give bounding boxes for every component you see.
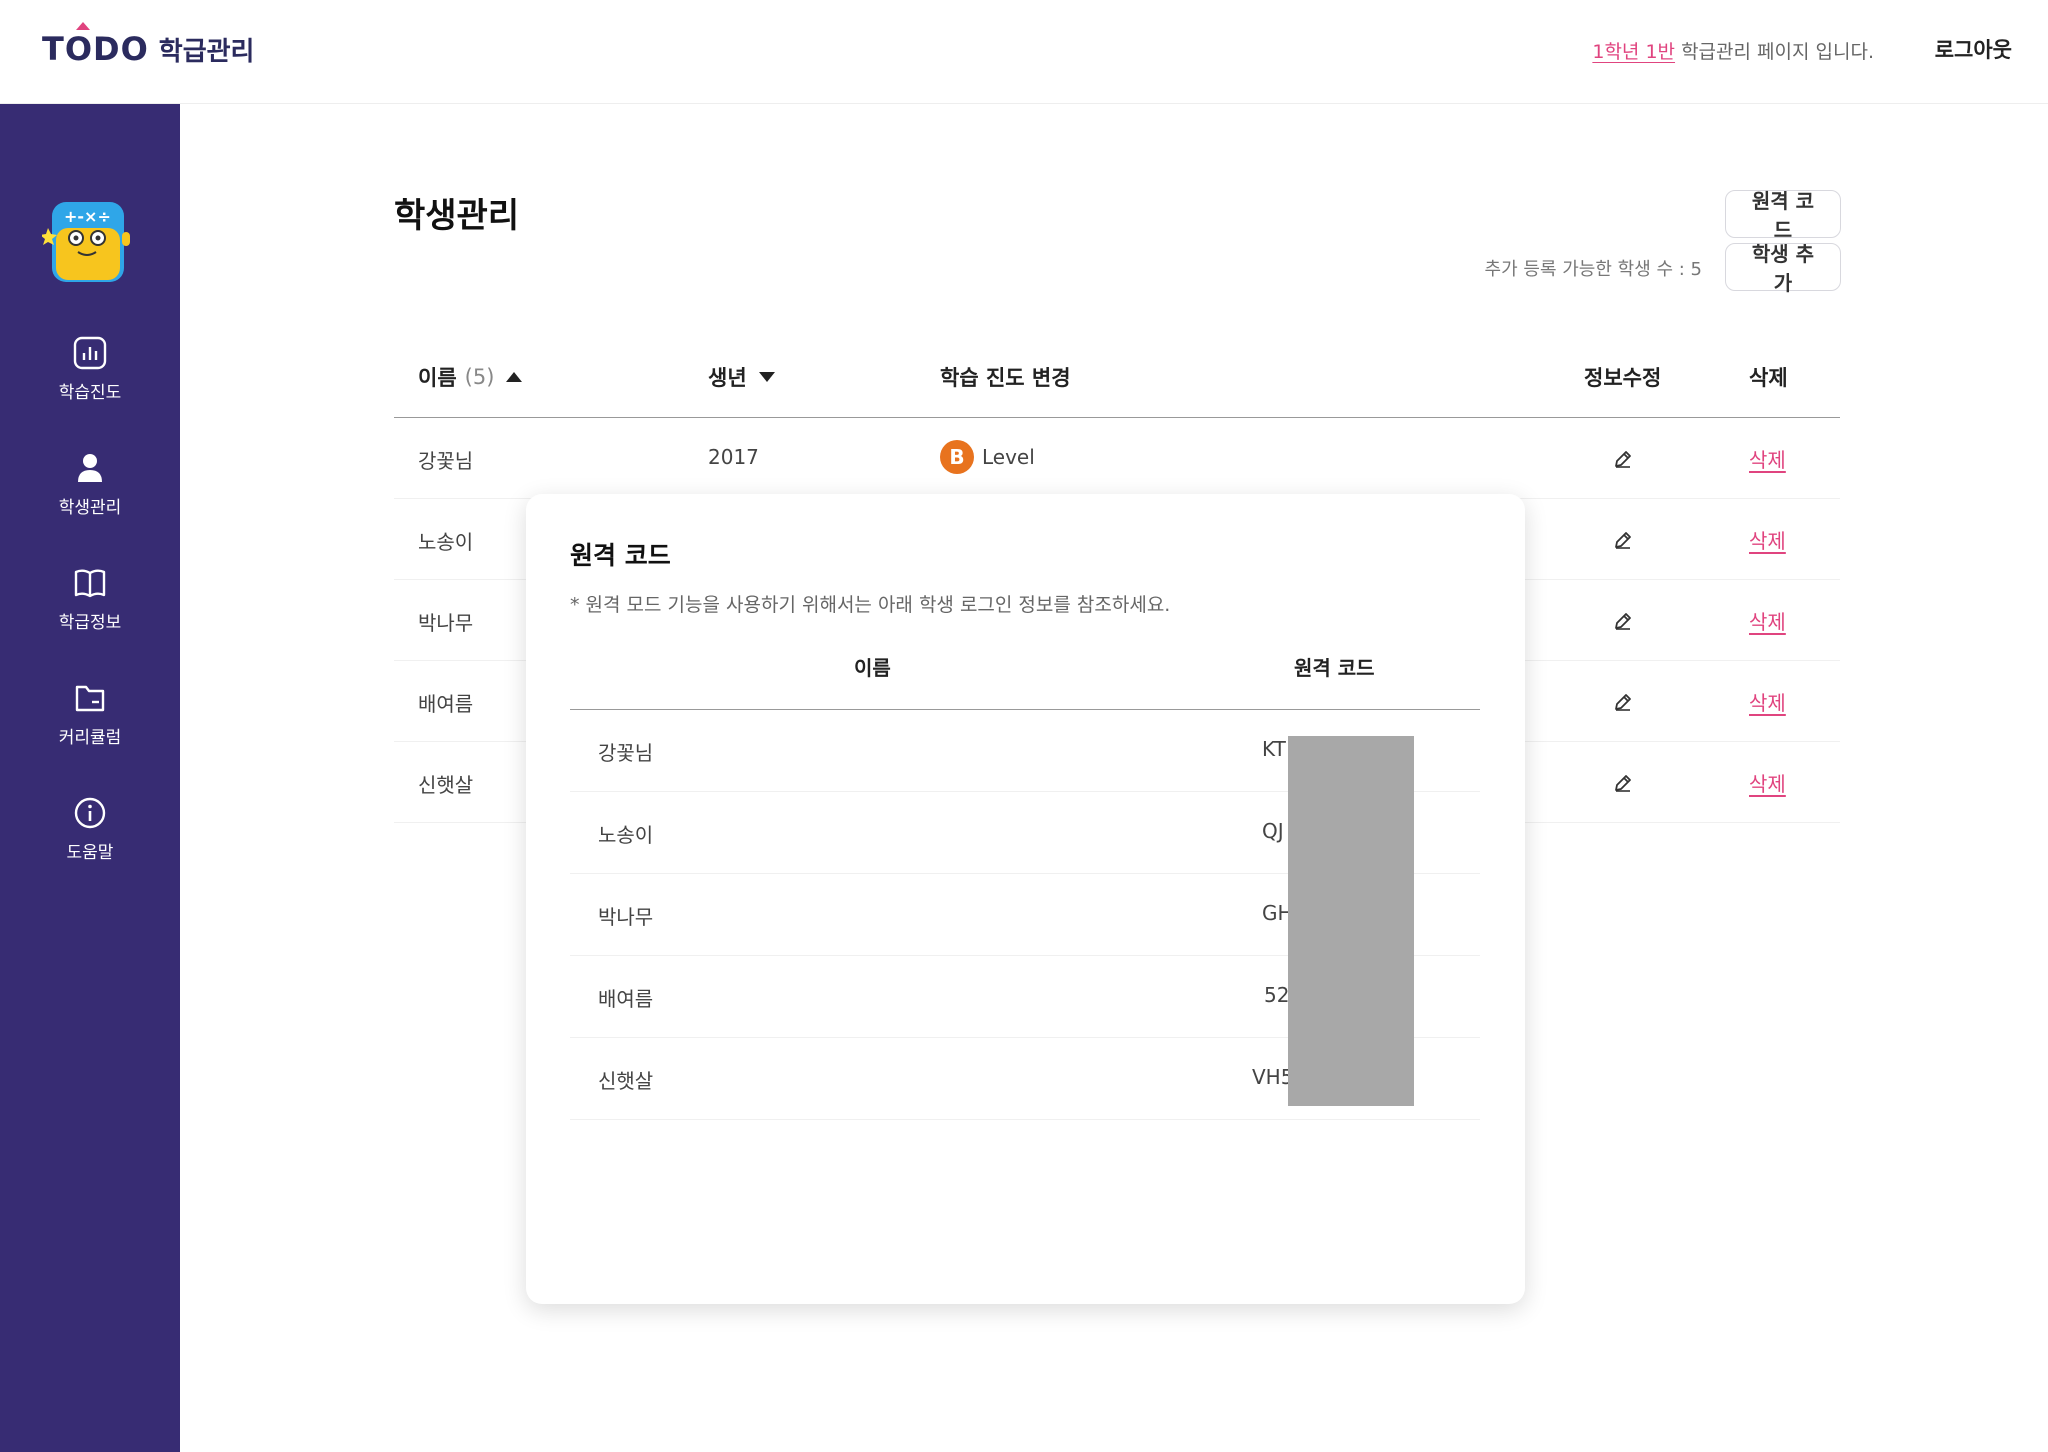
delete-link[interactable]: 삭제	[1749, 606, 1786, 635]
chart-icon	[73, 336, 107, 370]
remote-student-name: 강꽃님	[598, 741, 654, 765]
delete-link[interactable]: 삭제	[1749, 687, 1786, 716]
remote-student-name: 박나무	[598, 905, 654, 929]
class-info-suffix: 학급관리 페이지 입니다.	[1675, 41, 1874, 63]
student-table-header: 이름 (5) 생년 학습 진도 변경 정보수정 삭제	[394, 344, 1840, 418]
sort-by-year[interactable]: 생년	[708, 362, 775, 392]
logo-roof-icon	[76, 20, 90, 30]
svg-text:+-×÷: +-×÷	[64, 207, 111, 226]
column-progress-label: 학습 진도 변경	[940, 366, 1071, 390]
remote-student-name: 노송이	[598, 823, 654, 847]
class-info: 1학년 1반 학급관리 페이지 입니다.	[1592, 37, 1874, 64]
delete-link[interactable]: 삭제	[1749, 444, 1786, 473]
class-name-link[interactable]: 1학년 1반	[1592, 41, 1675, 63]
modal-title: 원격 코드	[570, 541, 671, 570]
column-year-label: 생년	[708, 366, 747, 390]
remote-code-value: 52	[1264, 983, 1290, 1007]
app-logo[interactable]: TODO 학급관리	[42, 22, 255, 68]
sort-descending-icon	[758, 372, 775, 382]
remote-student-name: 신햇살	[598, 1069, 654, 1093]
level-badge: B	[940, 440, 974, 474]
user-icon	[78, 454, 102, 482]
column-name-label: 이름	[418, 366, 457, 390]
sidebar-item-label: 학생관리	[58, 498, 122, 518]
sort-by-name[interactable]: 이름 (5)	[418, 362, 523, 392]
edit-pencil-icon[interactable]	[1612, 448, 1634, 470]
sidebar-item-label: 도움말	[66, 843, 114, 863]
edit-pencil-icon[interactable]	[1612, 691, 1634, 713]
student-name: 신햇살	[418, 773, 474, 797]
sidebar-item-label: 학급정보	[58, 613, 122, 633]
logo-subtitle: 학급관리	[158, 37, 255, 67]
redaction-overlay	[1288, 736, 1414, 1106]
available-count-text: 추가 등록 가능한 학생 수 : 5	[1484, 259, 1702, 280]
student-name: 노송이	[418, 530, 474, 554]
student-name: 강꽃님	[418, 449, 474, 473]
page-title: 학생관리	[394, 196, 520, 236]
modal-column-code: 원격 코드	[1294, 656, 1375, 680]
delete-link[interactable]: 삭제	[1749, 525, 1786, 554]
sidebar-item-class-info[interactable]: 학급정보	[0, 566, 180, 633]
remote-code-modal: 원격 코드 * 원격 모드 기능을 사용하기 위해서는 아래 학생 로그인 정보…	[526, 494, 1525, 1304]
column-delete-label: 삭제	[1749, 366, 1788, 390]
sidebar-item-label: 학습진도	[58, 383, 122, 403]
remote-student-name: 배여름	[598, 987, 654, 1011]
sidebar-item-curriculum[interactable]: 커리큘럼	[0, 681, 180, 748]
logout-button[interactable]: 로그아웃	[1935, 34, 2012, 64]
edit-pencil-icon[interactable]	[1612, 529, 1634, 551]
student-name: 박나무	[418, 611, 474, 635]
edit-pencil-icon[interactable]	[1612, 772, 1634, 794]
mascot-logo-icon: +-×÷	[42, 202, 130, 282]
modal-table-header: 이름 원격 코드	[570, 630, 1480, 710]
modal-column-name: 이름	[854, 656, 891, 680]
add-student-button[interactable]: 학생 추가	[1725, 242, 1841, 295]
remote-code-value: QJ	[1262, 819, 1284, 843]
top-header: TODO 학급관리 1학년 1반 학급관리 페이지 입니다. 로그아웃	[0, 0, 2048, 104]
sidebar-item-progress[interactable]: 학습진도	[0, 336, 180, 403]
edit-pencil-icon[interactable]	[1612, 610, 1634, 632]
sidebar-item-label: 커리큘럼	[58, 728, 122, 748]
student-name: 배여름	[418, 692, 474, 716]
column-edit-label: 정보수정	[1584, 366, 1662, 390]
sidebar-item-students[interactable]: 학생관리	[0, 451, 180, 518]
level-label: Level	[982, 445, 1035, 469]
book-icon	[74, 569, 106, 598]
table-row: 강꽃님 2017 B Level 삭제	[394, 418, 1840, 499]
level-selector[interactable]: B Level	[940, 440, 1035, 474]
sidebar-item-help[interactable]: 도움말	[0, 796, 180, 863]
student-year: 2017	[708, 445, 759, 469]
remote-code-value: KT	[1262, 737, 1286, 761]
modal-note: * 원격 모드 기능을 사용하기 위해서는 아래 학생 로그인 정보를 참조하세…	[570, 594, 1171, 616]
info-icon	[74, 797, 106, 829]
student-count: (5)	[464, 365, 495, 389]
sidebar: +-×÷ 학습진도 학생관리 학급정보 커리큘럼 도움말	[0, 104, 180, 1452]
sort-ascending-icon	[506, 372, 523, 382]
folder-icon	[75, 685, 105, 712]
remote-code-button[interactable]: 원격 코드	[1725, 189, 1841, 242]
delete-link[interactable]: 삭제	[1749, 768, 1786, 797]
logo-wordmark: TODO	[42, 22, 149, 68]
